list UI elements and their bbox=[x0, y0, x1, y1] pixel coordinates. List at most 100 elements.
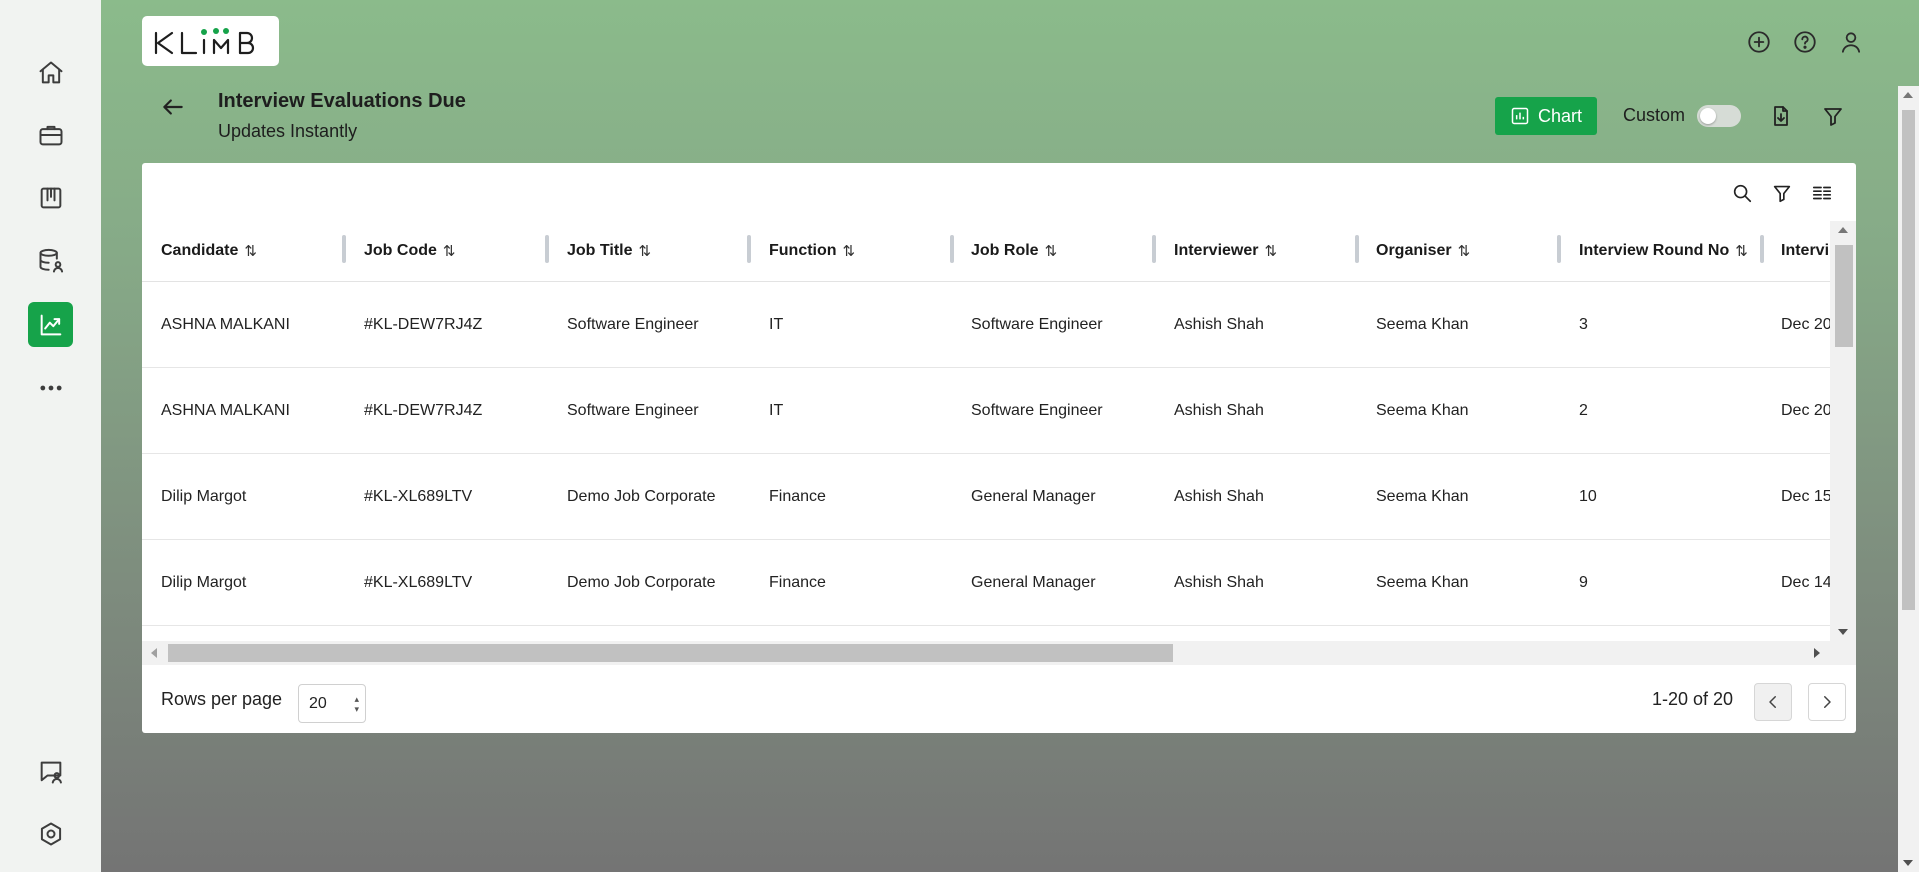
column-header-function[interactable]: Function ⇅ bbox=[769, 221, 855, 281]
rows-per-page-value: 20 bbox=[309, 694, 327, 712]
sidebar-item-more[interactable] bbox=[28, 365, 73, 410]
sidebar-item-board[interactable] bbox=[28, 175, 73, 220]
cell-interviewer: Ashish Shah bbox=[1174, 315, 1264, 333]
sort-icon[interactable]: ⇅ bbox=[443, 242, 456, 260]
table-search-button[interactable] bbox=[1728, 179, 1756, 207]
previous-page-button[interactable] bbox=[1754, 683, 1792, 721]
sort-icon[interactable]: ⇅ bbox=[1264, 242, 1277, 260]
scroll-down-arrow-icon[interactable] bbox=[1838, 629, 1848, 635]
analytics-chart-icon bbox=[40, 314, 61, 335]
scroll-up-arrow-icon[interactable] bbox=[1838, 227, 1848, 233]
chart-button[interactable]: Chart bbox=[1495, 97, 1597, 135]
page-vertical-scrollbar[interactable] bbox=[1898, 86, 1919, 872]
column-header-interview-round-no[interactable]: Interview Round No ⇅ bbox=[1579, 221, 1748, 281]
sidebar-item-jobs[interactable] bbox=[28, 112, 73, 157]
scrollbar-thumb[interactable] bbox=[168, 644, 1173, 662]
scroll-right-arrow-icon[interactable] bbox=[1814, 648, 1820, 658]
filter-button[interactable] bbox=[1818, 101, 1848, 131]
column-header-label: Organiser bbox=[1376, 242, 1452, 259]
table-horizontal-scrollbar[interactable] bbox=[142, 641, 1856, 665]
column-header-job-role[interactable]: Job Role ⇅ bbox=[971, 221, 1057, 281]
sidebar-item-database[interactable] bbox=[28, 238, 73, 283]
chevron-right-icon bbox=[1824, 696, 1831, 708]
cell-organiser: Seema Khan bbox=[1376, 573, 1469, 591]
sidebar-item-settings[interactable] bbox=[28, 811, 73, 856]
cell-job-code: #KL-DEW7RJ4Z bbox=[364, 401, 483, 419]
table-filter-button[interactable] bbox=[1768, 179, 1796, 207]
sort-icon[interactable]: ⇅ bbox=[244, 242, 257, 260]
cell-organiser: Seema Khan bbox=[1376, 487, 1469, 505]
settings-hex-icon bbox=[40, 822, 61, 845]
column-header-interviewer[interactable]: Interviewer ⇅ bbox=[1174, 221, 1277, 281]
rows-per-page-select[interactable]: 20 ▴ ▾ bbox=[298, 684, 366, 723]
table-columns-button[interactable] bbox=[1808, 179, 1836, 207]
profile-button[interactable] bbox=[1836, 27, 1866, 57]
column-resize-handle[interactable] bbox=[1557, 235, 1561, 263]
column-resize-handle[interactable] bbox=[950, 235, 954, 263]
column-resize-handle[interactable] bbox=[342, 235, 346, 263]
cell-interviewer: Ashish Shah bbox=[1174, 487, 1264, 505]
sort-icon[interactable]: ⇅ bbox=[1458, 242, 1471, 260]
column-resize-handle[interactable] bbox=[747, 235, 751, 263]
table-row[interactable]: Dilip Margot #KL-XL689LTV Demo Job Corpo… bbox=[142, 540, 1830, 626]
cell-function: Finance bbox=[769, 487, 826, 505]
cell-interview-round-no: 10 bbox=[1579, 487, 1597, 505]
scroll-left-arrow-icon[interactable] bbox=[151, 648, 157, 658]
add-button[interactable] bbox=[1744, 27, 1774, 57]
table-toolbar bbox=[1728, 179, 1836, 207]
top-actions bbox=[1744, 27, 1866, 57]
cell-function: IT bbox=[769, 315, 784, 333]
back-button[interactable] bbox=[158, 92, 188, 122]
cell-function: IT bbox=[769, 401, 784, 419]
column-resize-handle[interactable] bbox=[1355, 235, 1359, 263]
sort-icon[interactable]: ⇅ bbox=[639, 242, 652, 260]
cell-interview-round-no: 2 bbox=[1579, 401, 1588, 419]
column-header-label: Candidate bbox=[161, 242, 239, 259]
table-vertical-scrollbar[interactable] bbox=[1830, 221, 1856, 641]
scrollbar-thumb[interactable] bbox=[1835, 245, 1853, 347]
table-row[interactable]: Dilip Margot #KL-XL689LTV Demo Job Corpo… bbox=[142, 454, 1830, 540]
sidebar-item-chat[interactable] bbox=[28, 749, 73, 794]
data-table: Candidate ⇅ Job Code ⇅ Job Title ⇅ Function… bbox=[142, 221, 1830, 631]
cell-candidate: Dilip Margot bbox=[161, 573, 247, 591]
cell-job-code: #KL-DEW7RJ4Z bbox=[364, 315, 483, 333]
next-page-button[interactable] bbox=[1808, 683, 1846, 721]
home-icon bbox=[39, 61, 62, 83]
download-button[interactable] bbox=[1766, 101, 1796, 131]
help-button[interactable] bbox=[1790, 27, 1820, 57]
database-user-icon bbox=[39, 248, 63, 272]
sidebar-item-home[interactable] bbox=[28, 50, 73, 95]
table-pagination: Rows per page 20 ▴ ▾ 1-20 of 20 bbox=[142, 665, 1856, 733]
cell-job-role: General Manager bbox=[971, 573, 1096, 591]
cell-job-title: Demo Job Corporate bbox=[567, 573, 716, 591]
column-header-job-title[interactable]: Job Title ⇅ bbox=[567, 221, 651, 281]
column-resize-handle[interactable] bbox=[545, 235, 549, 263]
scroll-up-arrow-icon[interactable] bbox=[1903, 92, 1913, 98]
column-header-organiser[interactable]: Organiser ⇅ bbox=[1376, 221, 1470, 281]
stepper-icon: ▴ ▾ bbox=[354, 694, 359, 714]
scroll-down-arrow-icon[interactable] bbox=[1903, 860, 1913, 866]
cell-job-role: General Manager bbox=[971, 487, 1096, 505]
column-header-candidate[interactable]: Candidate ⇅ bbox=[161, 221, 257, 281]
table-row[interactable]: ASHNA MALKANI #KL-DEW7RJ4Z Software Engi… bbox=[142, 282, 1830, 368]
sort-icon[interactable]: ⇅ bbox=[1045, 242, 1058, 260]
sort-icon[interactable]: ⇅ bbox=[843, 242, 856, 260]
column-header-label: Interview Round No bbox=[1579, 242, 1730, 259]
table-row[interactable] bbox=[142, 626, 1830, 631]
custom-toggle[interactable] bbox=[1697, 105, 1741, 127]
column-header-interview-date[interactable]: Intervi bbox=[1781, 221, 1829, 281]
sidebar-item-analytics[interactable] bbox=[28, 302, 73, 347]
scrollbar-thumb[interactable] bbox=[1902, 110, 1915, 610]
column-header-label: Job Title bbox=[567, 242, 633, 259]
user-icon bbox=[1841, 32, 1861, 53]
table-row[interactable]: ASHNA MALKANI #KL-DEW7RJ4Z Software Engi… bbox=[142, 368, 1830, 454]
column-resize-handle[interactable] bbox=[1760, 235, 1764, 263]
column-header-job-code[interactable]: Job Code ⇅ bbox=[364, 221, 455, 281]
cell-job-title: Demo Job Corporate bbox=[567, 487, 716, 505]
sort-icon[interactable]: ⇅ bbox=[1735, 242, 1748, 260]
klimb-logo[interactable] bbox=[142, 16, 279, 66]
more-icon bbox=[39, 385, 62, 390]
rows-per-page-label: Rows per page bbox=[161, 689, 283, 709]
column-resize-handle[interactable] bbox=[1152, 235, 1156, 263]
cell-organiser: Seema Khan bbox=[1376, 401, 1469, 419]
